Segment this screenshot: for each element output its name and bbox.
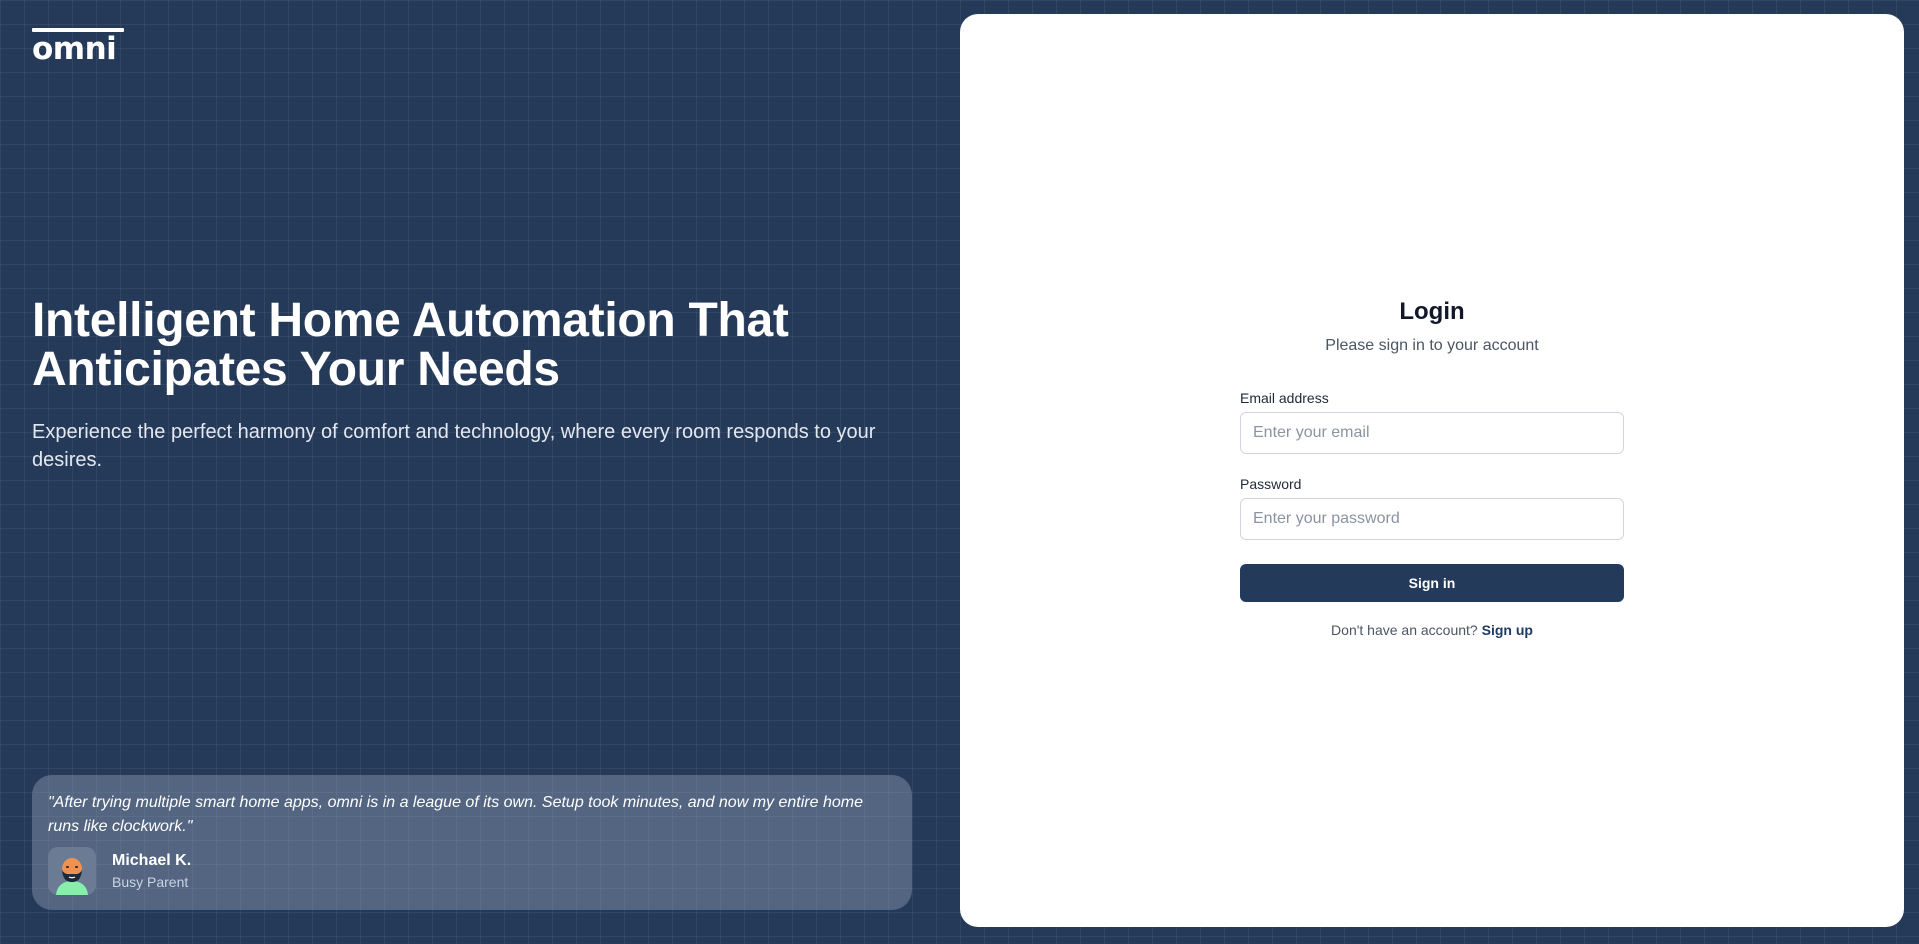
- author-details: Michael K. Busy Parent: [112, 850, 191, 892]
- login-title: Login: [1399, 298, 1465, 325]
- testimonial-quote: "After trying multiple smart home apps, …: [48, 794, 863, 835]
- person-avatar-icon: [48, 847, 96, 895]
- email-field[interactable]: [1240, 412, 1624, 454]
- logo-text: omni: [32, 31, 117, 67]
- testimonial-card: "After trying multiple smart home apps, …: [32, 775, 912, 910]
- login-card: Login Please sign in to your account Ema…: [960, 14, 1904, 927]
- hero-headline: Intelligent Home Automation That Anticip…: [32, 294, 789, 396]
- signup-prompt: Don't have an account? Sign up: [1240, 620, 1624, 640]
- hero-subheadline: Experience the perfect harmony of comfor…: [32, 421, 876, 471]
- author-name: Michael K.: [112, 852, 192, 869]
- omni-logo[interactable]: omni: [32, 28, 124, 67]
- avatar-illustration: [48, 847, 96, 895]
- password-field-group: Password: [1240, 474, 1624, 540]
- no-account-text: Don't have an account?: [1331, 622, 1478, 638]
- testimonial-author: Michael K. Busy Parent: [48, 847, 191, 895]
- author-role: Busy Parent: [112, 874, 189, 890]
- password-label: Password: [1240, 476, 1302, 492]
- login-form: Login Please sign in to your account Ema…: [1240, 296, 1624, 640]
- email-field-group: Email address: [1240, 388, 1624, 454]
- password-field[interactable]: [1240, 498, 1624, 540]
- sign-up-link[interactable]: Sign up: [1482, 622, 1533, 638]
- sign-in-button[interactable]: Sign in: [1240, 564, 1624, 602]
- login-subtitle: Please sign in to your account: [1325, 337, 1539, 354]
- email-label: Email address: [1240, 390, 1329, 406]
- hero-panel: omni Intelligent Home Automation That An…: [0, 0, 960, 944]
